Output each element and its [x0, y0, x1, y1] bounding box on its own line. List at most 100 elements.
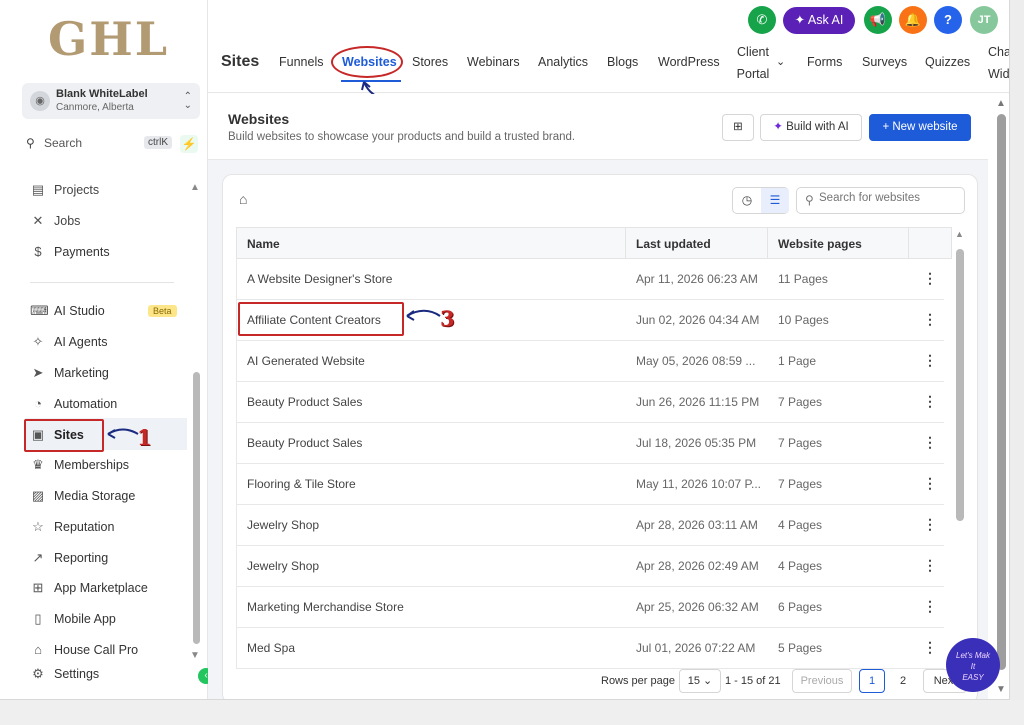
sidebar-item-label: AI Studio: [54, 304, 105, 318]
table-scroll-thumb[interactable]: [956, 249, 964, 521]
tab-forms[interactable]: Forms: [807, 55, 842, 69]
tab-client-portal-line1: Client: [737, 45, 769, 59]
window-bottom-strip: [0, 700, 1024, 725]
tab-funnels[interactable]: Funnels: [279, 55, 323, 69]
page-1-button[interactable]: 1: [859, 669, 885, 693]
main-content: Websites Build websites to showcase your…: [208, 94, 988, 699]
tab-stores[interactable]: Stores: [412, 55, 448, 69]
chevron-down-icon[interactable]: ⌄: [776, 55, 785, 68]
website-search: ⚲: [796, 187, 965, 214]
megaphone-icon[interactable]: 📢: [864, 6, 892, 34]
previous-page-button[interactable]: Previous: [792, 669, 852, 693]
sidebar-item-mobile-app[interactable]: ▯ Mobile App: [30, 608, 190, 632]
bell-icon[interactable]: 🔔: [899, 6, 927, 34]
more-options-icon[interactable]: ⋮: [923, 557, 937, 574]
column-header-website-pages[interactable]: Website pages: [778, 237, 862, 251]
website-name[interactable]: AI Generated Website: [247, 354, 365, 368]
sidebar-item-house-call-pro[interactable]: ⌂ House Call Pro: [30, 639, 190, 663]
sidebar-item-jobs[interactable]: ✕ Jobs: [30, 210, 190, 234]
account-switcher[interactable]: ◉ Blank WhiteLabel Canmore, Alberta ⌃ ⌄: [22, 83, 200, 119]
page-scrollbar[interactable]: ▲ ▼: [994, 96, 1008, 699]
table-row[interactable]: Jewelry Shop Apr 28, 2026 03:11 AM 4 Pag…: [236, 505, 944, 546]
gear-icon: ⚙: [32, 666, 44, 681]
sidebar-item-ai-studio[interactable]: ⌨ AI Studio Beta: [30, 300, 190, 324]
ask-ai-button[interactable]: ✦ Ask AI: [783, 7, 855, 34]
sidebar-item-memberships[interactable]: ♛ Memberships: [30, 454, 190, 478]
website-name[interactable]: Beauty Product Sales: [247, 395, 362, 409]
home-icon[interactable]: ⌂: [239, 191, 247, 207]
phone-icon[interactable]: ✆: [748, 6, 776, 34]
more-options-icon[interactable]: ⋮: [923, 598, 937, 615]
automation-icon: ◔: [34, 396, 42, 411]
tab-quizzes[interactable]: Quizzes: [925, 55, 970, 69]
table-row[interactable]: Flooring & Tile Store May 11, 2026 10:07…: [236, 464, 944, 505]
last-updated: Apr 28, 2026 03:11 AM: [636, 518, 758, 532]
table-row[interactable]: Jewelry Shop Apr 28, 2026 02:49 AM 4 Pag…: [236, 546, 944, 587]
page-scroll-down-icon[interactable]: ▼: [996, 684, 1006, 695]
sidebar-scroll-up-icon[interactable]: ▲: [190, 182, 200, 193]
sidebar-item-marketing[interactable]: ➤ Marketing: [30, 362, 190, 386]
sidebar-item-ai-agents[interactable]: ✧ AI Agents: [30, 331, 190, 355]
rows-per-page-select[interactable]: 15 ⌄: [679, 669, 721, 693]
more-options-icon[interactable]: ⋮: [923, 352, 937, 369]
column-header-name[interactable]: Name: [247, 237, 280, 251]
page-scroll-up-icon[interactable]: ▲: [996, 98, 1006, 109]
website-name[interactable]: Jewelry Shop: [247, 518, 319, 532]
sidebar-item-projects[interactable]: ▤ Projects: [30, 179, 190, 203]
table-row[interactable]: Beauty Product Sales Jun 26, 2026 11:15 …: [236, 382, 944, 423]
sidebar-scrollbar[interactable]: [193, 372, 200, 644]
sidebar-item-reporting[interactable]: ↗ Reporting: [30, 547, 190, 571]
website-name[interactable]: Beauty Product Sales: [247, 436, 362, 450]
table-row[interactable]: Beauty Product Sales Jul 18, 2026 05:35 …: [236, 423, 944, 464]
more-options-icon[interactable]: ⋮: [923, 475, 937, 492]
tab-blogs[interactable]: Blogs: [607, 55, 638, 69]
website-name[interactable]: Marketing Merchandise Store: [247, 600, 404, 614]
tab-client-portal[interactable]: Client Portal: [732, 41, 774, 85]
build-with-ai-button[interactable]: ✦ Build with AI: [760, 114, 862, 141]
avatar[interactable]: JT: [970, 6, 998, 34]
clock-icon[interactable]: ◷: [733, 188, 761, 213]
tab-surveys[interactable]: Surveys: [862, 55, 907, 69]
sidebar-scroll-down-icon[interactable]: ▼: [190, 650, 200, 661]
page-scroll-thumb[interactable]: [997, 114, 1006, 670]
sidebar-item-reputation[interactable]: ☆ Reputation: [30, 516, 190, 540]
website-name[interactable]: Med Spa: [247, 641, 295, 655]
column-header-last-updated[interactable]: Last updated: [636, 237, 711, 251]
more-options-icon[interactable]: ⋮: [923, 270, 937, 287]
tab-wordpress[interactable]: WordPress: [658, 55, 720, 69]
annotation-box-affiliate: [238, 302, 404, 336]
more-options-icon[interactable]: ⋮: [923, 434, 937, 451]
website-name[interactable]: Jewelry Shop: [247, 559, 319, 573]
sidebar-search[interactable]: ⚲ Search ctrlK: [22, 133, 174, 155]
new-website-button[interactable]: + New website: [869, 114, 971, 141]
sidebar-item-app-marketplace[interactable]: ⊞ App Marketplace: [30, 577, 190, 601]
help-icon[interactable]: ?: [934, 6, 962, 34]
tab-analytics[interactable]: Analytics: [538, 55, 588, 69]
last-updated: Apr 11, 2026 06:23 AM: [636, 272, 758, 286]
sidebar-item-settings[interactable]: ⚙ Settings: [30, 663, 190, 687]
sidebar-item-automation[interactable]: ◔ Automation: [30, 393, 190, 417]
table-row[interactable]: Med Spa Jul 01, 2026 07:22 AM 5 Pages ⋮: [236, 628, 944, 669]
table-row[interactable]: A Website Designer's Store Apr 11, 2026 …: [236, 259, 944, 300]
table-scroll-up-icon[interactable]: ▲: [955, 229, 964, 239]
website-name[interactable]: A Website Designer's Store: [247, 272, 392, 286]
watermark-line3: EASY: [962, 673, 984, 682]
tab-chat-widget[interactable]: Cha Wid: [988, 41, 1009, 85]
new-folder-button[interactable]: ⊞: [722, 114, 754, 141]
more-options-icon[interactable]: ⋮: [923, 639, 937, 656]
more-options-icon[interactable]: ⋮: [923, 311, 937, 328]
page-2-button[interactable]: 2: [890, 669, 916, 693]
table-scrollbar[interactable]: ▲: [954, 227, 966, 667]
website-search-input[interactable]: [819, 192, 959, 204]
page-count: 7 Pages: [778, 436, 823, 450]
more-options-icon[interactable]: ⋮: [923, 393, 937, 410]
table-row[interactable]: Marketing Merchandise Store Apr 25, 2026…: [236, 587, 944, 628]
list-view-icon[interactable]: ☰: [761, 188, 789, 213]
more-options-icon[interactable]: ⋮: [923, 516, 937, 533]
table-row[interactable]: AI Generated Website May 05, 2026 08:59 …: [236, 341, 944, 382]
tab-webinars[interactable]: Webinars: [467, 55, 520, 69]
sidebar-item-payments[interactable]: $ Payments: [30, 241, 190, 265]
quick-action-bolt-icon[interactable]: ⚡: [180, 135, 198, 153]
website-name[interactable]: Flooring & Tile Store: [247, 477, 356, 491]
sidebar-item-media-storage[interactable]: ▨ Media Storage: [30, 485, 190, 509]
